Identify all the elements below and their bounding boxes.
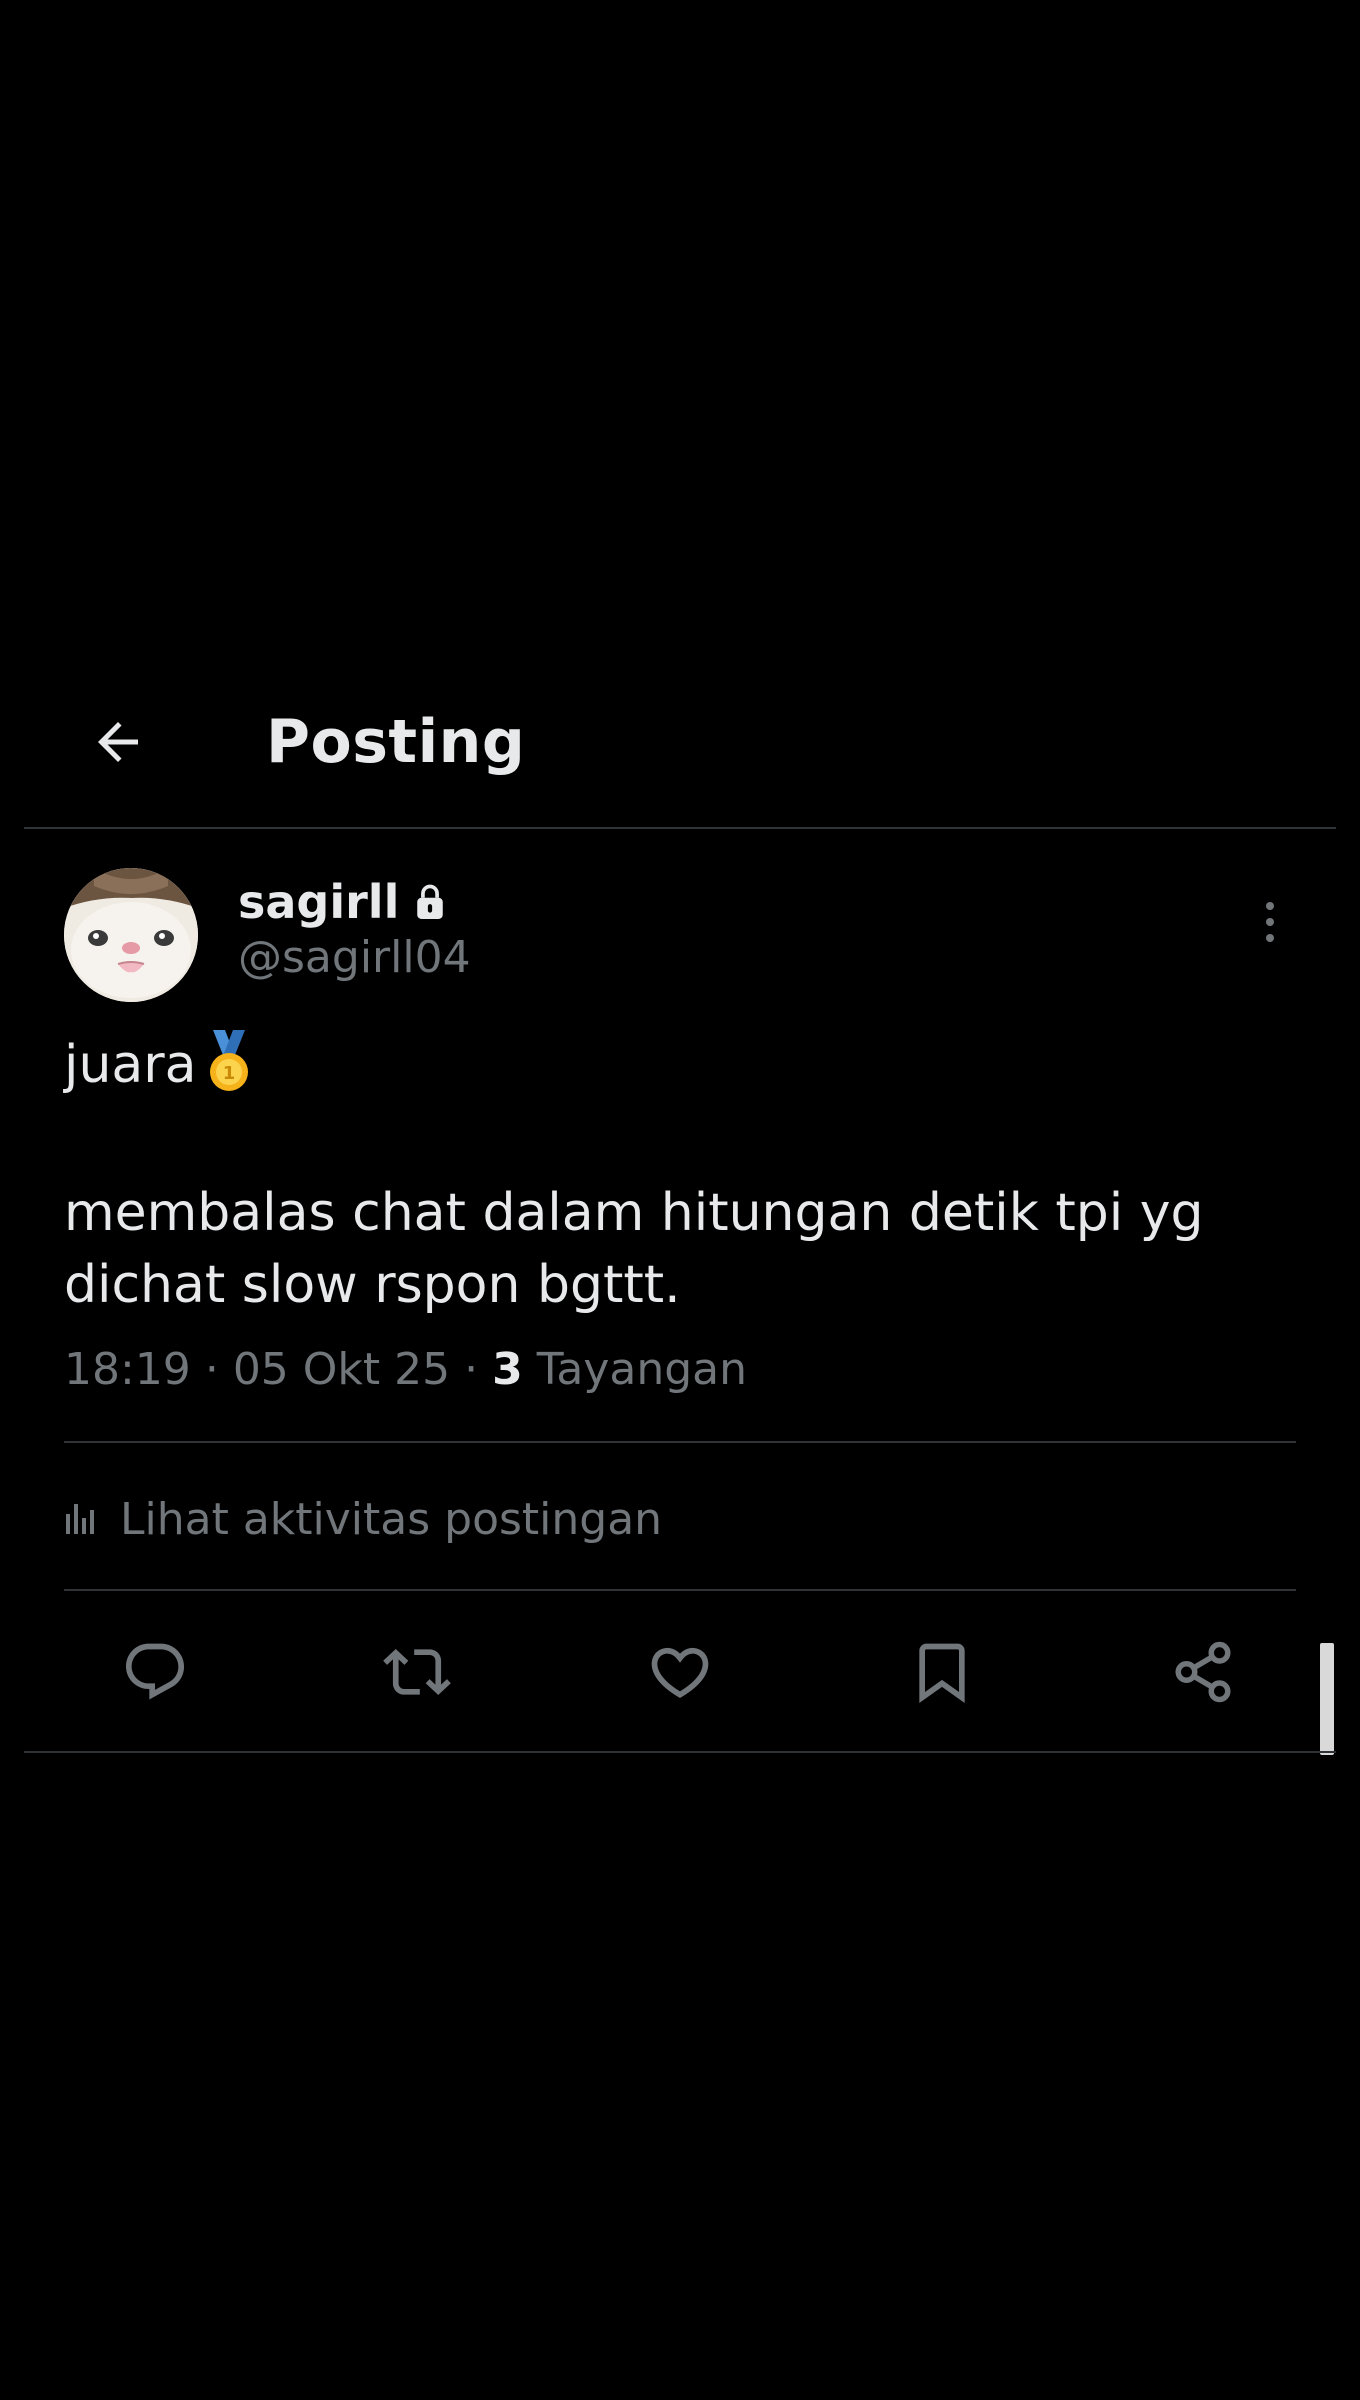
more-options-button[interactable] [1240, 890, 1300, 954]
avatar[interactable] [64, 868, 198, 1002]
like-button[interactable] [642, 1634, 718, 1710]
top-bar: Posting [0, 680, 1360, 828]
heart-icon [651, 1647, 709, 1698]
post-text-juara: juara [64, 1035, 197, 1095]
repost-icon [383, 1648, 451, 1696]
share-icon [1175, 1641, 1231, 1703]
author-handle[interactable]: @sagirll04 [238, 930, 471, 986]
share-button[interactable] [1165, 1634, 1241, 1710]
post-text-line-2: membalas chat dalam hitungan detik tpi y… [64, 1183, 1204, 1243]
reply-button[interactable] [117, 1634, 193, 1710]
svg-text:1: 1 [222, 1063, 235, 1084]
repost-button[interactable] [379, 1634, 455, 1710]
post-text-line-3: dichat slow rspon bgttt. [64, 1255, 681, 1315]
cat-avatar [64, 868, 198, 1002]
page-title: Posting [266, 707, 526, 777]
medal-icon: 1 [205, 1030, 253, 1112]
bookmark-icon [919, 1643, 965, 1703]
views-label: Tayangan [536, 1344, 747, 1395]
meta-divider [64, 1441, 1296, 1443]
scrollbar[interactable] [1320, 1643, 1334, 1755]
more-vertical-icon [1266, 902, 1274, 942]
bookmark-button[interactable] [904, 1634, 980, 1710]
header-divider [24, 827, 1336, 829]
reply-icon [125, 1643, 185, 1700]
post-meta: 18:19 · 05 Okt 25 · 3 Tayangan [64, 1340, 747, 1400]
post-activity-link[interactable]: Lihat aktivitas postingan [64, 1488, 662, 1550]
meta-separator: · [464, 1344, 479, 1395]
arrow-left-icon [98, 722, 138, 762]
back-button[interactable] [80, 704, 156, 780]
activity-label: Lihat aktivitas postingan [120, 1493, 663, 1545]
screen: Posting sagirll @sagirll04 juara 1 memba… [0, 0, 1360, 2400]
author-name-row[interactable]: sagirll [238, 872, 447, 932]
post-bottom-divider [24, 1751, 1336, 1753]
post-date: 05 Okt 25 [232, 1344, 451, 1395]
post-time: 18:19 [64, 1344, 191, 1395]
post-text-line-1: juara 1 [64, 1030, 1294, 1112]
views-count: 3 [492, 1344, 523, 1395]
activity-divider [64, 1589, 1296, 1591]
analytics-icon [64, 1502, 98, 1536]
author-display-name[interactable]: sagirll [238, 872, 399, 932]
lock-icon [413, 883, 447, 921]
meta-separator: · [204, 1344, 219, 1395]
